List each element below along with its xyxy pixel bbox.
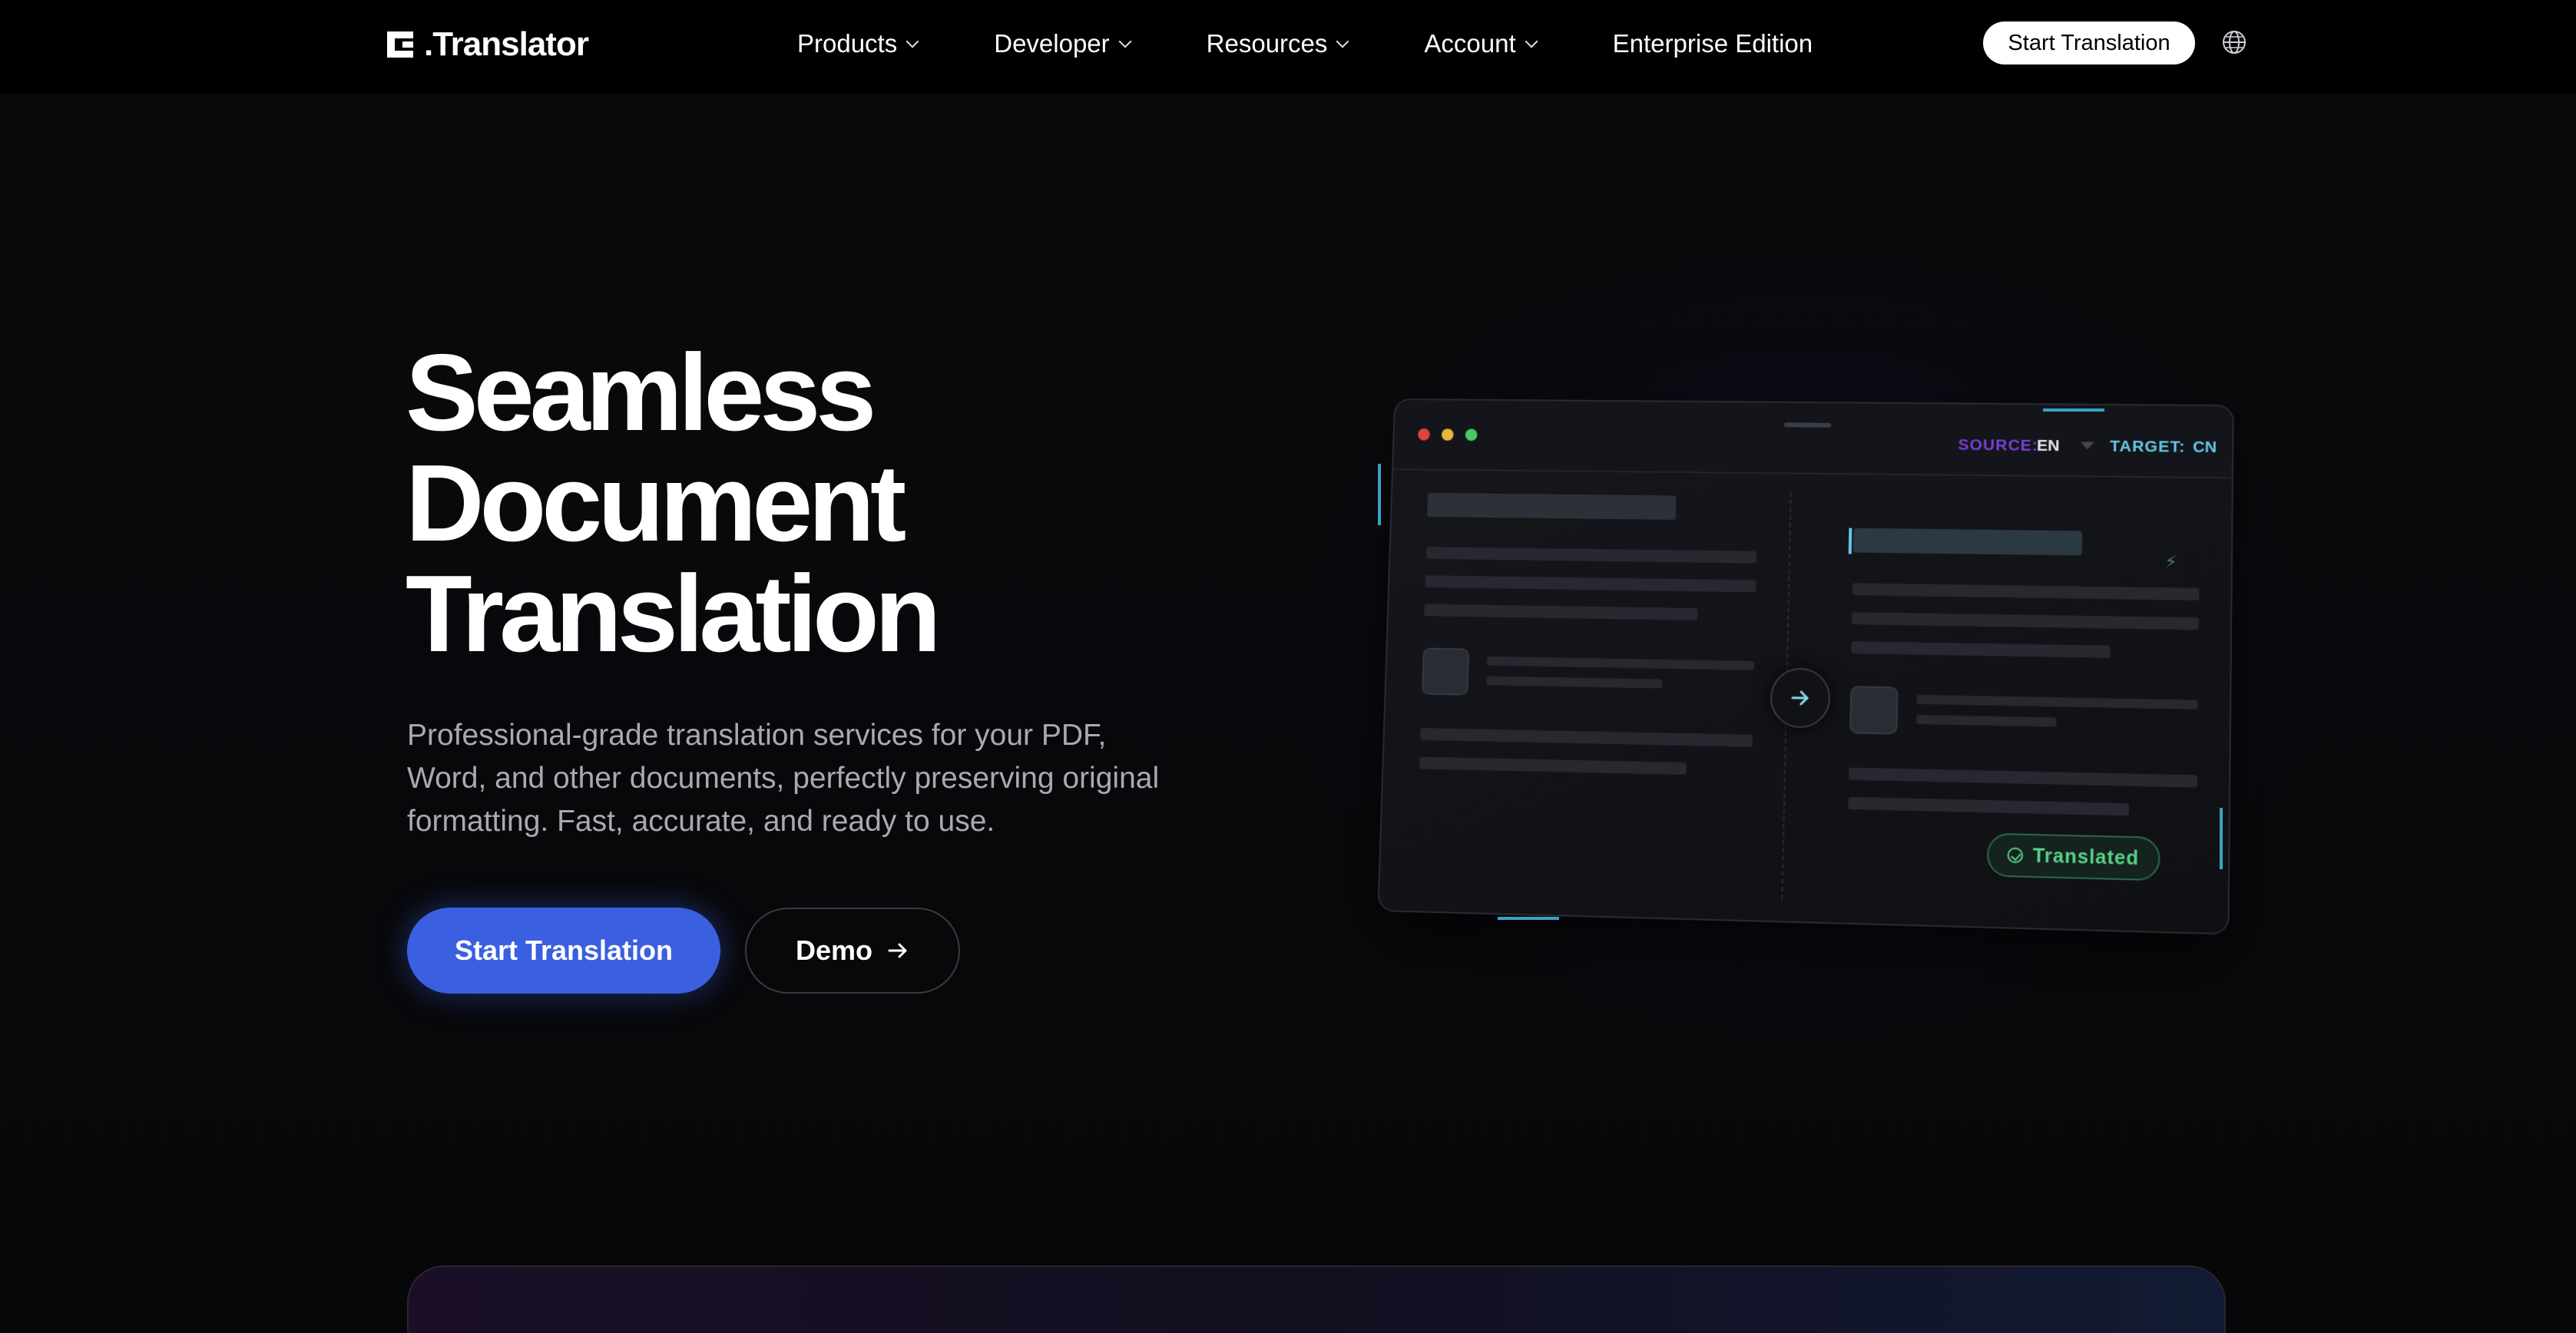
- source-heading-placeholder: [1427, 492, 1677, 520]
- page: .Translator Products Developer Resources…: [0, 0, 2576, 1333]
- chevron-down-icon: [1336, 35, 1349, 48]
- feature-section-card: [407, 1265, 2226, 1333]
- hero-subtitle: Professional-grade translation services …: [407, 719, 1160, 838]
- source-line: [1486, 656, 1755, 670]
- target-line: [1848, 796, 2130, 816]
- nav-item-label: Resources: [1206, 29, 1328, 58]
- nav-item-resources[interactable]: Resources: [1206, 29, 1349, 58]
- logo-icon: [387, 31, 421, 58]
- globe-icon[interactable]: [2221, 29, 2247, 55]
- accent-line: [1378, 464, 1381, 525]
- hero-title-line: Seamless: [406, 332, 876, 454]
- source-line: [1420, 727, 1753, 747]
- source-line: [1419, 756, 1687, 776]
- translation-preview-window: SOURCE: EN TARGET: CN ⚡ Translated: [1377, 398, 2234, 935]
- chevron-down-icon: [1118, 35, 1132, 48]
- source-line: [1424, 604, 1698, 620]
- accent-line: [2043, 408, 2104, 412]
- target-line: [1852, 583, 2200, 600]
- nav-links: Products Developer Resources Account Ent…: [797, 0, 1889, 88]
- swap-triangle-icon: [2080, 442, 2094, 450]
- arrow-right-icon: [888, 943, 907, 958]
- minimize-dot: [1441, 428, 1454, 441]
- target-language: CN: [2192, 438, 2217, 457]
- window-titlebar: SOURCE: EN TARGET: CN: [1392, 399, 2233, 479]
- accent-line: [1498, 917, 1559, 920]
- source-line: [1425, 547, 1757, 564]
- logo-text: .Translator: [424, 25, 589, 63]
- check-circle-icon: [2007, 847, 2024, 864]
- chevron-down-icon: [906, 35, 919, 48]
- nav-item-products[interactable]: Products: [797, 29, 919, 58]
- hero-title-line: Translation: [406, 553, 941, 675]
- nav-item-enterprise-edition[interactable]: Enterprise Edition: [1613, 29, 1813, 58]
- top-navbar: .Translator Products Developer Resources…: [0, 0, 2576, 94]
- nav-item-label: Products: [797, 29, 898, 58]
- nav-item-label: Enterprise Edition: [1612, 29, 1813, 58]
- target-line: [1916, 694, 2198, 710]
- source-language: EN: [2036, 436, 2060, 455]
- status-badge-label: Translated: [2032, 844, 2140, 869]
- accent-line: [2220, 808, 2223, 869]
- target-image-placeholder: [1849, 686, 1899, 735]
- close-dot: [1417, 428, 1430, 441]
- lightning-icon: ⚡: [2164, 551, 2177, 572]
- hero-title: Seamless Document Translation: [406, 332, 941, 675]
- target-line: [1851, 641, 2111, 658]
- demo-button[interactable]: Demo: [745, 908, 960, 994]
- translate-arrow: [1770, 667, 1831, 729]
- nav-start-translation-button[interactable]: Start Translation: [1983, 22, 2195, 64]
- logo[interactable]: .Translator: [387, 22, 589, 68]
- nav-item-label: Developer: [994, 29, 1110, 58]
- drag-handle: [1783, 422, 1832, 428]
- source-label: SOURCE:: [1958, 436, 2039, 455]
- chevron-down-icon: [1525, 35, 1538, 48]
- target-line: [1851, 612, 2200, 630]
- demo-button-label: Demo: [795, 934, 873, 966]
- target-label: TARGET:: [2110, 437, 2186, 456]
- cursor-accent: [1848, 528, 1853, 554]
- target-line: [1848, 767, 2197, 788]
- source-line: [1485, 676, 1663, 689]
- source-image-placeholder: [1421, 647, 1470, 696]
- nav-item-account[interactable]: Account: [1424, 29, 1538, 58]
- target-heading-placeholder: [1853, 528, 2083, 556]
- arrow-right-icon: [1789, 686, 1813, 710]
- source-line: [1425, 575, 1757, 593]
- hero-title-line: Document: [406, 442, 906, 564]
- nav-item-developer[interactable]: Developer: [994, 29, 1132, 58]
- maximize-dot: [1465, 428, 1478, 442]
- nav-item-label: Account: [1424, 29, 1516, 58]
- target-line: [1915, 714, 2057, 727]
- start-translation-button[interactable]: Start Translation: [407, 908, 720, 994]
- status-badge: Translated: [1986, 832, 2160, 882]
